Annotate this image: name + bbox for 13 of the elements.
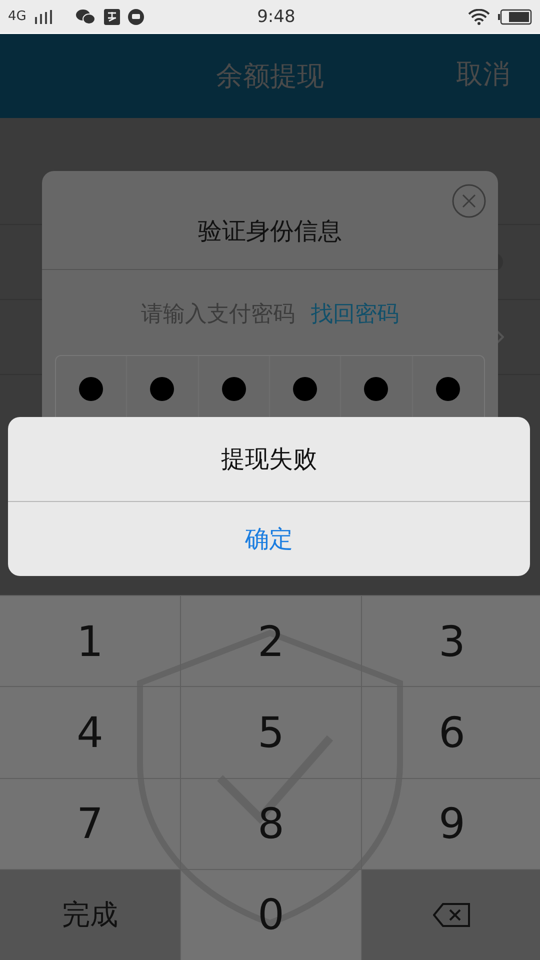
keypad-key[interactable]: 8 [181,778,361,869]
clock-time: 9:48 [256,6,296,26]
dialog-title: 验证身份信息 [42,171,498,270]
keypad-key[interactable]: 1 [0,596,180,686]
keypad-key[interactable]: 2 [181,596,361,686]
keypad-key[interactable]: 完成 [0,870,180,960]
keypad-key[interactable]: 0 [181,870,361,960]
alert-message: 提现失败 [8,417,530,502]
keypad-key[interactable]: 5 [181,687,361,778]
confirm-button[interactable]: 确定 [8,502,530,576]
keypad-key[interactable]: 3 [362,596,540,686]
network-label: 4G [8,9,26,24]
page-title: 余额提现 [216,60,324,94]
